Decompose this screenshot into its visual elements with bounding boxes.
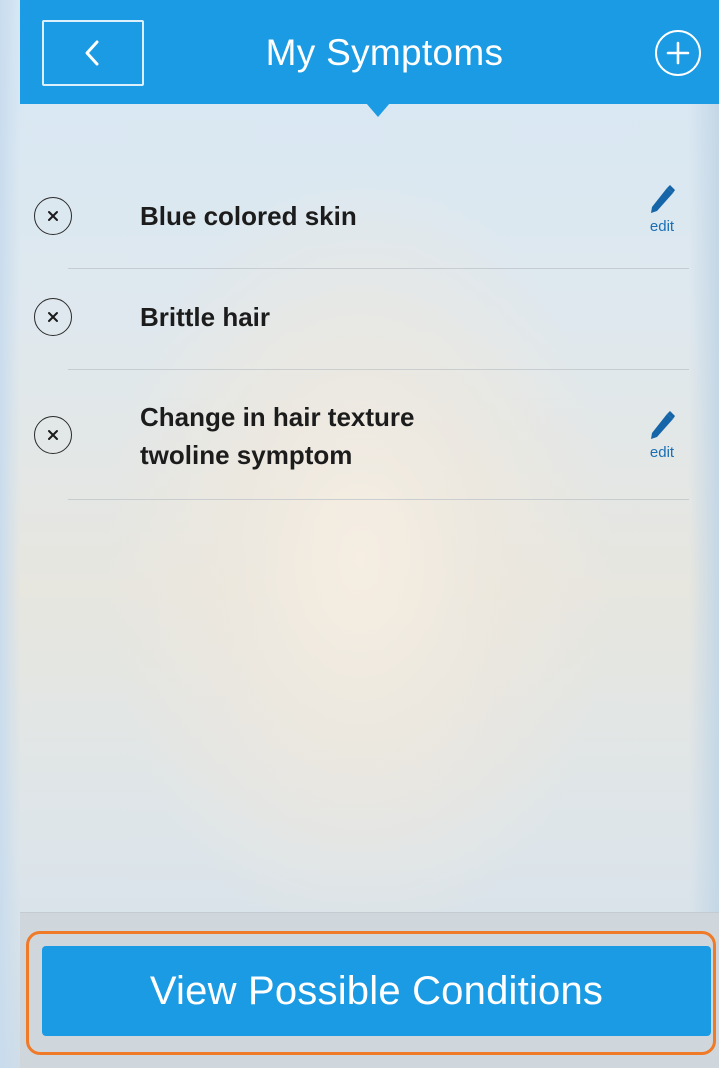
add-symptom-button[interactable] (655, 30, 701, 76)
edit-symptom-button[interactable]: edit (639, 184, 685, 235)
pencil-icon (651, 185, 675, 213)
remove-symptom-button[interactable] (34, 197, 72, 235)
edit-label: edit (649, 218, 675, 235)
page-title: My Symptoms (265, 32, 504, 73)
app-screen: My Symptoms Blue colored skin edit Britt… (0, 0, 719, 1068)
list-item: Change in hair texture twoline symptom e… (34, 370, 689, 500)
close-icon (48, 312, 58, 322)
top-nav-bar: My Symptoms (20, 0, 719, 104)
symptom-label: Brittle hair (140, 302, 271, 332)
close-icon (48, 211, 58, 221)
remove-symptom-button[interactable] (34, 298, 72, 336)
edit-label: edit (649, 444, 675, 461)
symptom-label: Change in hair texture twoline symptom (140, 402, 415, 470)
list-item: Brittle hair (34, 269, 689, 370)
plus-circle-icon (666, 41, 690, 65)
symptom-list: Blue colored skin edit Brittle hair Chan… (20, 168, 719, 500)
chevron-left-icon (85, 40, 99, 66)
back-button[interactable] (42, 20, 144, 86)
bottom-action-bar: View Possible Conditions (20, 912, 719, 1068)
close-icon (48, 430, 58, 440)
symptom-label: Blue colored skin (140, 201, 357, 231)
view-possible-conditions-button[interactable]: View Possible Conditions (42, 946, 711, 1036)
list-item: Blue colored skin edit (34, 168, 689, 269)
edit-symptom-button[interactable]: edit (639, 410, 685, 461)
remove-symptom-button[interactable] (34, 416, 72, 454)
pencil-icon (651, 411, 675, 439)
header-pointer (366, 103, 390, 117)
